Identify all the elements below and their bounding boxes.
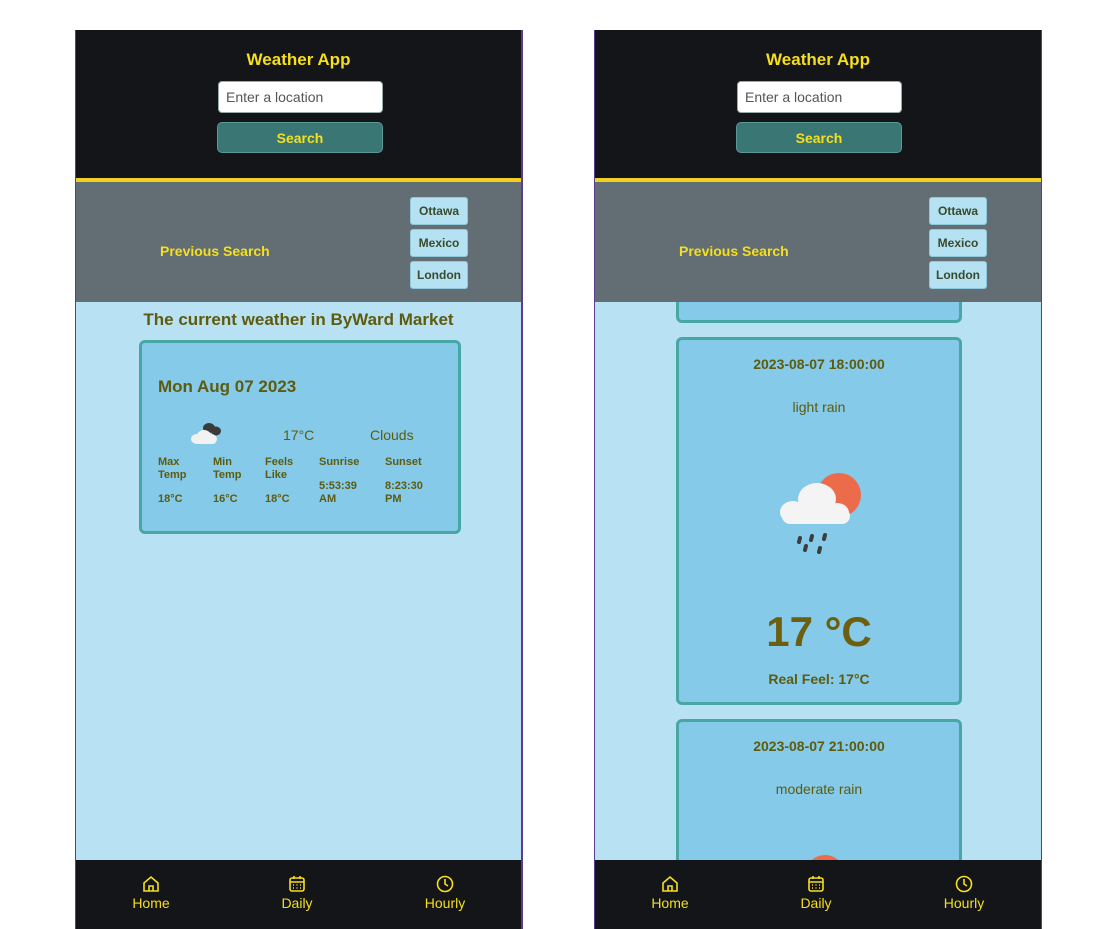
nav-label: Hourly [424, 895, 466, 911]
current-weather-card: Mon Aug 07 2023 17°C Clouds Max Temp 18°… [139, 340, 461, 534]
current-date: Mon Aug 07 2023 [158, 377, 297, 396]
hourly-time: 2023-08-07 18:00:00 [753, 356, 885, 372]
app-header: Weather App Search [595, 30, 1041, 182]
previous-city-ottawa[interactable]: Ottawa [410, 197, 468, 225]
clock-icon [436, 875, 454, 893]
location-input[interactable] [218, 81, 383, 113]
previous-city-mexico[interactable]: Mexico [929, 229, 987, 257]
nav-label: Home [651, 895, 689, 911]
stat-value: 16°C [213, 493, 238, 505]
nav-label: Hourly [943, 895, 985, 911]
hourly-real-feel: Real Feel: 17°C [768, 671, 870, 687]
calendar-icon [808, 876, 824, 892]
rain-sun-icon [811, 855, 839, 860]
bottom-nav: Home Daily Hourly [76, 860, 521, 929]
stat-value: 5:53:39 AM [319, 480, 357, 505]
home-icon [143, 875, 159, 892]
rain-sun-icon [780, 473, 861, 554]
current-weather-title: The current weather in ByWard Market [143, 310, 454, 329]
search-button[interactable]: Search [217, 122, 383, 153]
previous-search-panel: Previous Search Ottawa Mexico London [595, 182, 1041, 302]
stat-min-temp: Min Temp 16°C [213, 456, 255, 506]
stat-feels-like: Feels Like 18°C [265, 456, 307, 506]
stat-sunset: Sunset 8:23:30 PM [385, 456, 445, 506]
nav-daily[interactable]: Daily [776, 875, 856, 913]
search-button[interactable]: Search [736, 122, 902, 153]
stat-sunrise: Sunrise 5:53:39 AM [319, 456, 379, 506]
app-title: Weather App [766, 50, 870, 69]
hourly-temperature: 17 °C [766, 608, 872, 655]
hourly-card: 2023-08-07 21:00:00 moderate rain [676, 719, 962, 860]
stat-max-temp: Max Temp 18°C [158, 456, 200, 506]
nav-hourly[interactable]: Hourly [924, 875, 1004, 913]
stat-label: Sunrise [319, 456, 360, 468]
hourly-screen: Weather App Search Previous Search Ottaw… [594, 30, 1042, 929]
stat-label: Sunset [385, 456, 422, 468]
bottom-nav: Home Daily Hourly [595, 860, 1041, 929]
previous-city-london[interactable]: London [410, 261, 468, 289]
clock-icon [955, 875, 973, 893]
hourly-forecast-list[interactable]: 2023-08-07 18:00:00 light rain 17 °C Rea… [595, 302, 1041, 860]
hourly-description: light rain [792, 399, 846, 415]
hourly-time: 2023-08-07 21:00:00 [753, 738, 885, 754]
nav-label: Home [132, 895, 170, 911]
app-header: Weather App Search [76, 30, 521, 182]
app-title: Weather App [246, 50, 351, 69]
stat-label: Max Temp [158, 456, 187, 481]
hourly-card [676, 302, 962, 323]
calendar-icon [289, 876, 305, 892]
current-temperature: 17°C [283, 427, 315, 443]
hourly-description: moderate rain [775, 781, 863, 797]
stat-value: 18°C [265, 493, 290, 505]
location-input[interactable] [737, 81, 902, 113]
previous-city-london[interactable]: London [929, 261, 987, 289]
stat-label: Feels Like [265, 456, 294, 481]
home-screen: Weather App Search Previous Search Ottaw… [75, 30, 523, 929]
previous-city-ottawa[interactable]: Ottawa [929, 197, 987, 225]
stat-value: 18°C [158, 493, 183, 505]
stat-value: 8:23:30 PM [385, 480, 423, 505]
home-icon [662, 875, 678, 892]
previous-search-label: Previous Search [160, 243, 270, 259]
nav-hourly[interactable]: Hourly [405, 875, 485, 913]
nav-label: Daily [800, 895, 832, 911]
nav-home[interactable]: Home [630, 875, 710, 913]
previous-search-panel: Previous Search Ottawa Mexico London [76, 182, 521, 302]
previous-city-mexico[interactable]: Mexico [410, 229, 468, 257]
nav-label: Daily [281, 895, 313, 911]
nav-home[interactable]: Home [111, 875, 191, 913]
clouds-icon [191, 423, 221, 444]
hourly-card: 2023-08-07 18:00:00 light rain 17 °C Rea… [676, 337, 962, 705]
current-weather-section: The current weather in ByWard Market Mon… [76, 302, 521, 860]
current-description: Clouds [370, 427, 414, 443]
nav-daily[interactable]: Daily [257, 875, 337, 913]
previous-search-label: Previous Search [679, 243, 789, 259]
stat-label: Min Temp [213, 456, 242, 481]
